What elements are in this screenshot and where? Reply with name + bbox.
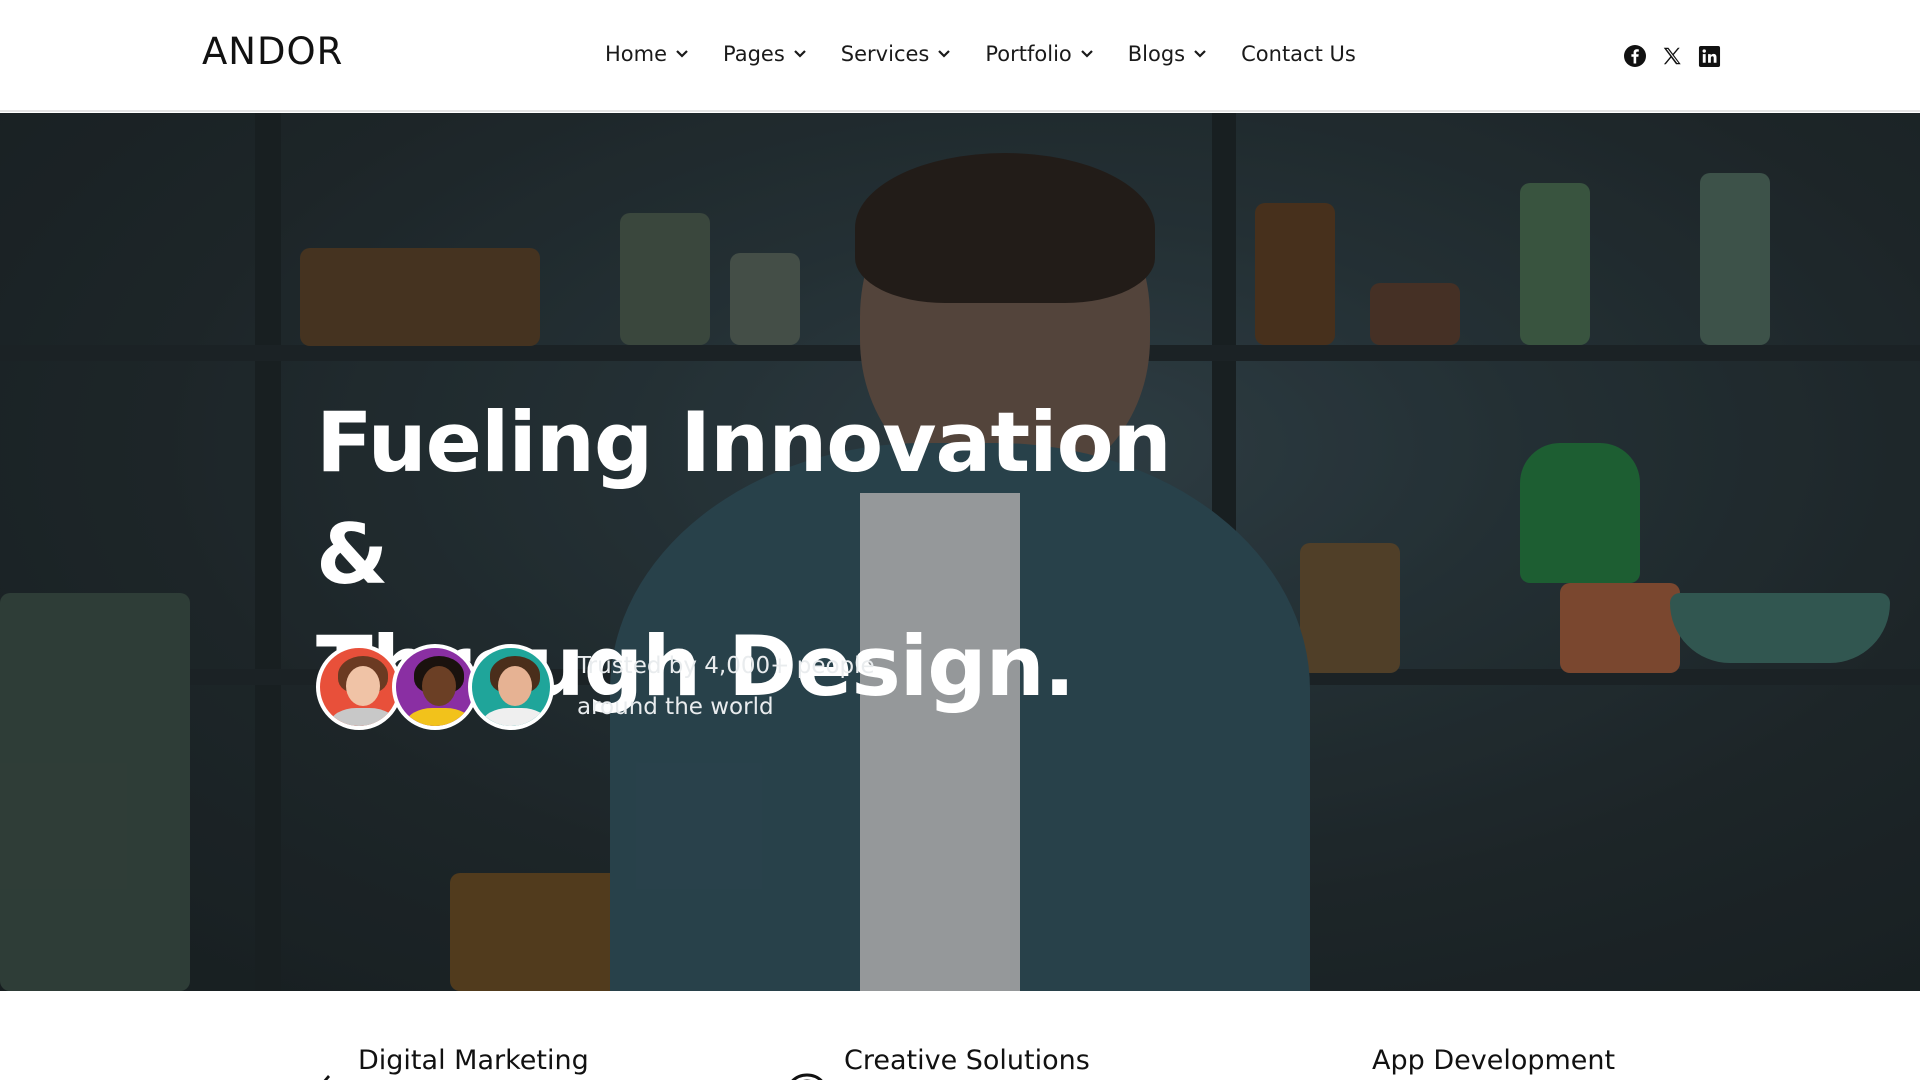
trusted-line-1: Trusted by 4,000+ people: [577, 653, 875, 679]
site-header: ANDOR Home Pages Services Portfolio Blog…: [0, 0, 1920, 112]
nav-item-contact-us[interactable]: Contact Us: [1241, 42, 1356, 66]
chevron-down-icon: [675, 47, 689, 61]
service-title: Digital Marketing: [358, 1045, 589, 1076]
site-logo[interactable]: ANDOR: [202, 30, 343, 73]
linkedin-icon[interactable]: [1696, 43, 1722, 69]
avatar: [392, 644, 478, 730]
service-title: App Development: [1372, 1045, 1616, 1076]
service-app-development[interactable]: App Development: [1278, 1045, 1615, 1080]
services-strip: Digital Marketing Creative Solutions App…: [0, 991, 1920, 1080]
nav-item-pages[interactable]: Pages: [723, 42, 807, 66]
chevron-down-icon: [937, 47, 951, 61]
chevron-down-icon: [793, 47, 807, 61]
nav-item-portfolio[interactable]: Portfolio: [985, 42, 1093, 66]
main-nav: Home Pages Services Portfolio Blogs Cont…: [605, 42, 1390, 66]
service-digital-marketing[interactable]: Digital Marketing: [294, 1045, 589, 1080]
x-twitter-icon[interactable]: [1659, 43, 1685, 69]
avatar: [316, 644, 402, 730]
facebook-icon[interactable]: [1622, 43, 1648, 69]
trusted-text: Trusted by 4,000+ people around the worl…: [577, 646, 897, 728]
service-creative-solutions[interactable]: Creative Solutions: [780, 1045, 1090, 1080]
service-title: Creative Solutions: [844, 1045, 1090, 1076]
nav-item-blogs[interactable]: Blogs: [1128, 42, 1207, 66]
hero-section: Fueling Innovation & Through Design. Tru…: [0, 113, 1920, 991]
nav-item-services[interactable]: Services: [841, 42, 952, 66]
nav-item-label: Portfolio: [985, 42, 1072, 66]
chevron-down-icon: [1080, 47, 1094, 61]
diamond-icon: [1278, 1063, 1348, 1080]
trusted-line-2: around the world: [577, 694, 774, 720]
nav-item-label: Contact Us: [1241, 42, 1356, 66]
nav-item-label: Services: [840, 42, 930, 66]
nav-item-home[interactable]: Home: [605, 42, 689, 66]
social-links: [1622, 43, 1733, 69]
nav-item-label: Pages: [723, 42, 785, 66]
avatar: [468, 644, 554, 730]
avatar-group: [316, 644, 554, 730]
marketing-icon: [294, 1063, 334, 1080]
chevron-down-icon: [1193, 47, 1207, 61]
nav-item-label: Home: [605, 42, 668, 66]
nav-item-label: Blogs: [1127, 42, 1186, 66]
fingerprint-icon: [780, 1063, 823, 1080]
hero-title-line-1: Fueling Innovation &: [316, 394, 1172, 603]
